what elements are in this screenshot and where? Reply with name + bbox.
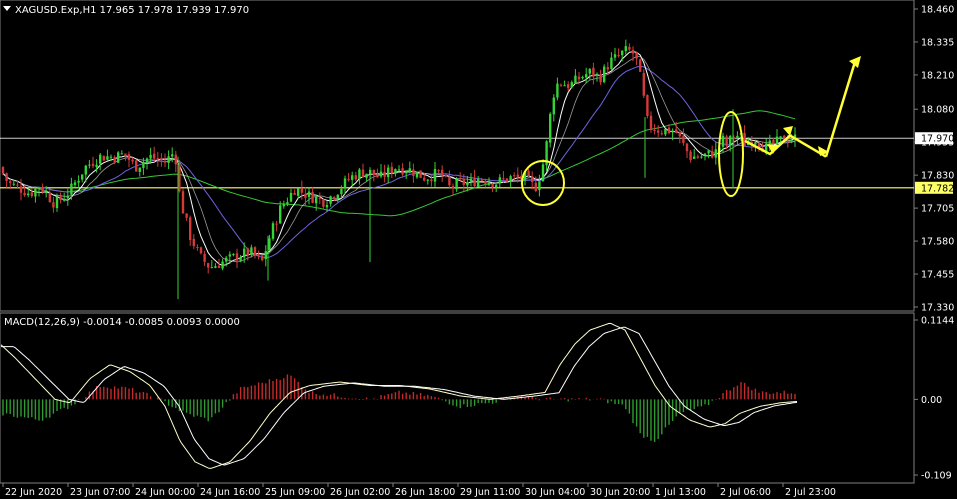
svg-text:17.970: 17.970 [921,134,954,145]
x-tick-label: 1 Jul 13:00 [655,487,706,498]
x-tick-label: 30 Jun 04:00 [525,487,585,498]
candle [271,221,275,241]
x-tick-label: 25 Jun 09:00 [265,487,325,498]
x-tick-label: 24 Jun 00:00 [135,487,195,498]
macd-tick-label: 0.1144 [921,316,954,327]
x-tick-label: 22 Jun 2020 [5,487,62,498]
support-price-tag: 17.782 [915,181,954,194]
x-tick-label: 24 Jun 16:00 [200,487,260,498]
macd-tick-label: 0.00 [921,395,942,406]
candle [419,170,422,179]
current-price-tag: 17.970 [915,132,954,145]
y-tick-label: 17.580 [921,237,954,248]
candle [603,64,606,84]
x-tick-label: 29 Jun 11:00 [460,487,520,498]
x-tick-label: 2 Jul 23:00 [785,487,836,498]
candle [642,69,645,99]
candle [549,112,552,148]
y-tick-label: 18.460 [921,5,954,16]
y-tick-label: 18.335 [921,37,954,48]
x-tick-label: 2 Jul 06:00 [720,487,771,498]
svg-text:17.782: 17.782 [921,183,954,194]
macd-header: MACD(12,26,9) -0.0014 -0.0085 0.0093 0.0… [4,317,240,328]
x-tick-label: 26 Jun 18:00 [395,487,455,498]
price-chart[interactable]: XAGUSD.Exp,H1 17.965 17.978 17.939 17.97… [0,0,957,499]
candle [117,151,120,163]
chart-header: XAGUSD.Exp,H1 17.965 17.978 17.939 17.97… [15,5,249,16]
y-tick-label: 18.080 [921,105,954,116]
y-tick-label: 18.210 [921,70,954,81]
y-tick-label: 17.830 [921,171,954,182]
candle [135,159,138,172]
x-tick-label: 26 Jun 02:00 [330,487,390,498]
candle [646,94,649,119]
candle [181,188,185,214]
y-tick-label: 17.705 [921,204,954,215]
candle [102,155,105,161]
x-tick-label: 30 Jun 20:00 [590,487,650,498]
macd-tick-label: -0.109 [921,471,952,482]
candle [639,58,642,72]
x-tick-label: 23 Jun 07:00 [70,487,130,498]
y-tick-label: 17.455 [921,270,954,281]
y-tick-label: 17.330 [921,303,954,314]
